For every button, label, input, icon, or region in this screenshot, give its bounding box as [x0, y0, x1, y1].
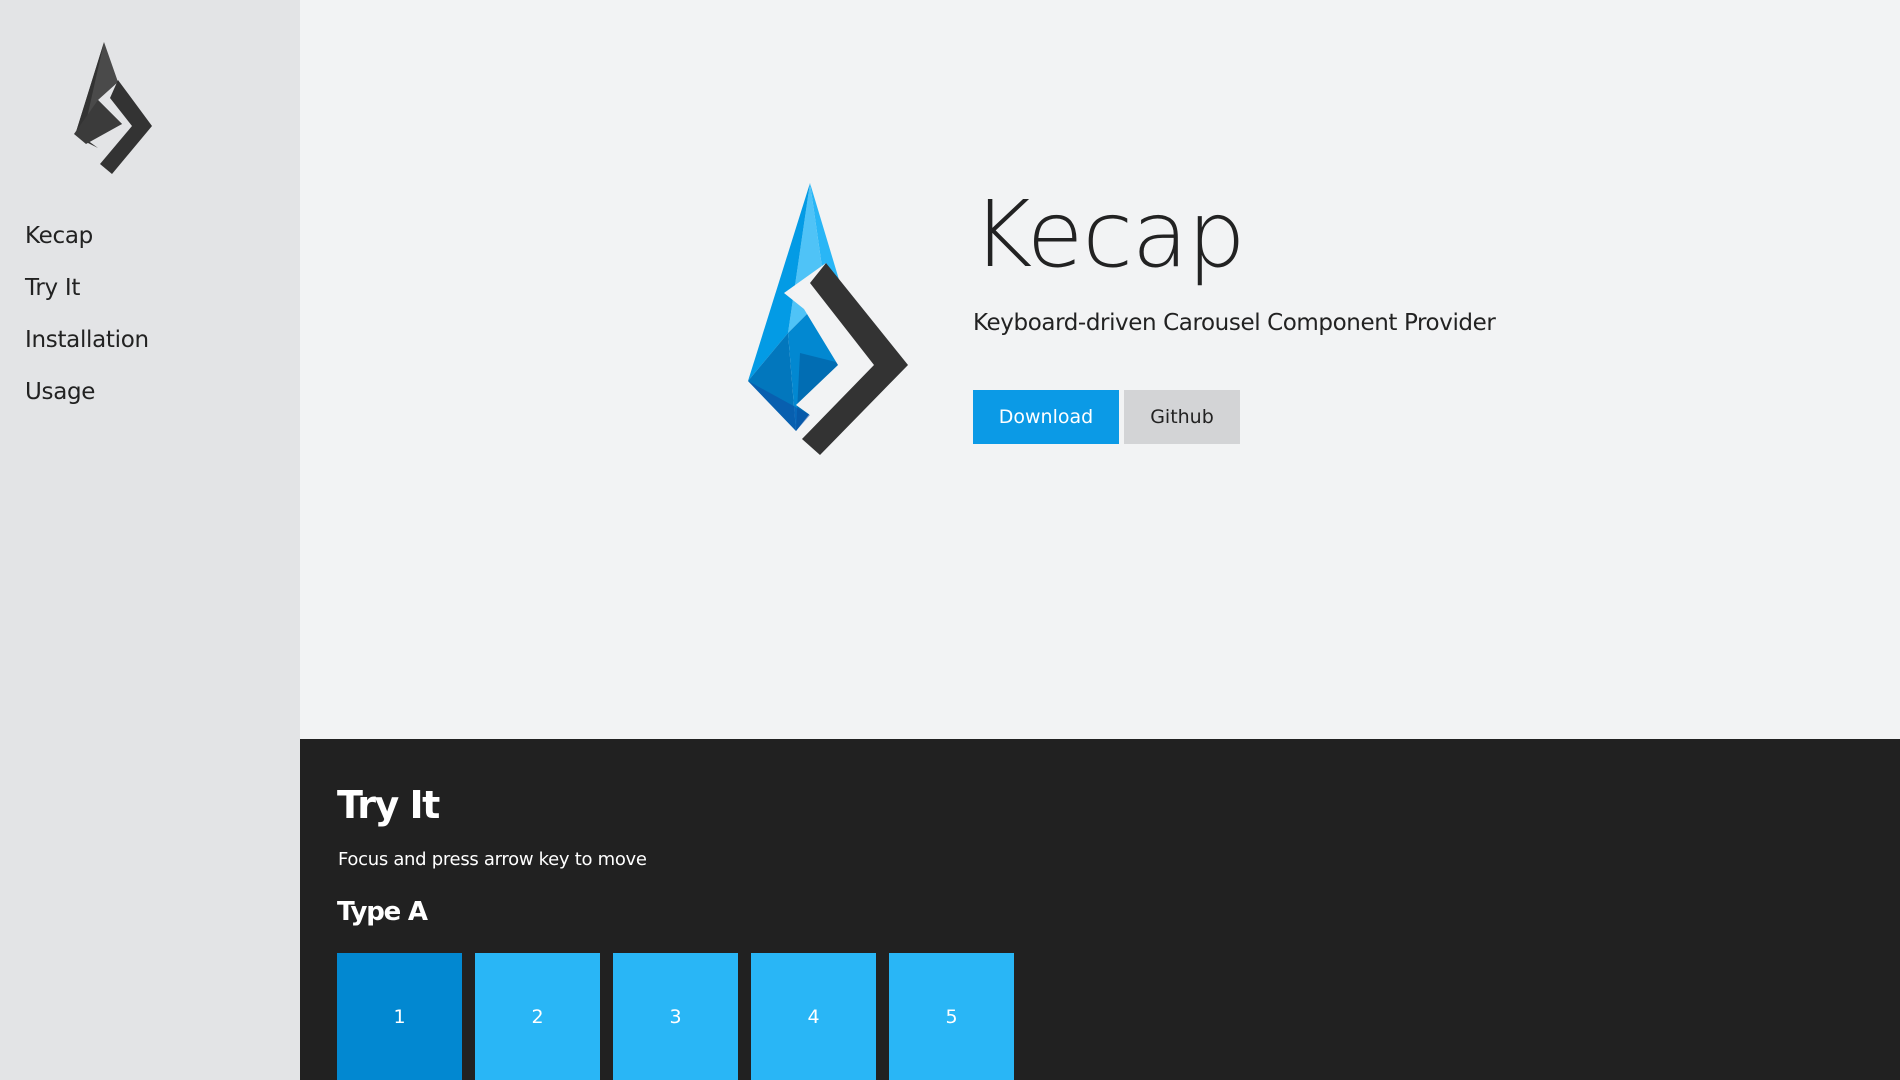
hero-title: Kecap: [972, 181, 1246, 288]
kecap-hero-logo-icon: [748, 183, 908, 455]
sidebar-item-try-it[interactable]: Try It: [25, 262, 149, 314]
sidebar-item-usage[interactable]: Usage: [25, 366, 149, 418]
carousel-slide-1[interactable]: 1: [337, 953, 462, 1080]
carousel-slide-4[interactable]: 4: [751, 953, 876, 1080]
hero-section: Kecap Keyboard-driven Carousel Component…: [300, 0, 1900, 739]
try-it-section: Try It Focus and press arrow key to move…: [300, 739, 1900, 1080]
sidebar-item-kecap[interactable]: Kecap: [25, 210, 149, 262]
sidebar: Kecap Try It Installation Usage: [0, 0, 300, 1080]
type-a-title: Type A: [337, 897, 428, 927]
sidebar-nav: Kecap Try It Installation Usage: [25, 210, 149, 418]
hero-subtitle: Keyboard-driven Carousel Component Provi…: [973, 310, 1496, 336]
try-it-title: Try It: [337, 783, 440, 827]
carousel-slide-3[interactable]: 3: [613, 953, 738, 1080]
kecap-logo-icon[interactable]: [74, 42, 156, 174]
carousel-slide-2[interactable]: 2: [475, 953, 600, 1080]
download-button[interactable]: Download: [973, 390, 1119, 444]
sidebar-item-installation[interactable]: Installation: [25, 314, 149, 366]
type-a-carousel[interactable]: 1 2 3 4 5: [337, 953, 1014, 1080]
github-button[interactable]: Github: [1124, 390, 1240, 444]
try-it-description: Focus and press arrow key to move: [338, 849, 647, 870]
carousel-slide-5[interactable]: 5: [889, 953, 1014, 1080]
